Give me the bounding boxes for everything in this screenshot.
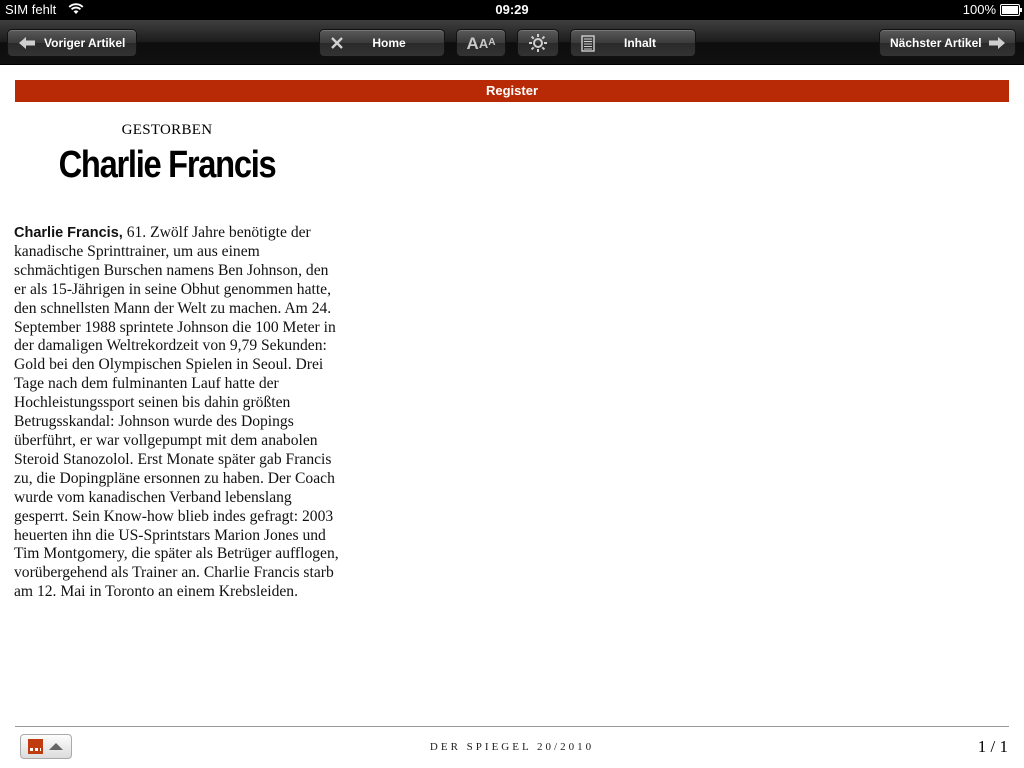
arrow-left-icon — [18, 36, 36, 50]
table-of-contents-icon — [581, 34, 595, 52]
arrow-right-icon — [988, 36, 1006, 50]
font-size-button[interactable]: AAA — [456, 29, 506, 57]
table-of-contents-label: Inhalt — [624, 36, 656, 50]
page-number: 1 / 1 — [977, 737, 1008, 756]
next-article-button[interactable]: Nächster Artikel — [879, 29, 1016, 57]
article-kicker: GESTORBEN — [121, 122, 213, 138]
previous-article-button[interactable]: Voriger Artikel — [7, 29, 137, 57]
article-lead: Charlie Francis, — [14, 225, 123, 241]
clock: 09:29 — [495, 2, 529, 17]
table-of-contents-button[interactable]: Inhalt — [570, 29, 696, 57]
article-headline: Charlie Francis — [58, 144, 277, 186]
article-text: 61. Zwölf Jahre benötigte der kanadische… — [14, 224, 339, 601]
reader-toolbar: Voriger Artikel Home AAA Inhalt Nächster… — [0, 20, 1024, 65]
magazine-issue: DER SPIEGEL 20/2010 — [429, 741, 595, 753]
next-article-label: Nächster Artikel — [890, 36, 982, 50]
close-icon — [330, 36, 344, 50]
article-body: Charlie Francis, 61. Zwölf Jahre benötig… — [14, 224, 340, 602]
battery-icon — [1000, 4, 1022, 16]
home-label: Home — [372, 36, 406, 50]
battery-percentage: 100% — [962, 2, 996, 17]
footer-divider — [15, 726, 1009, 727]
font-size-icon: AAA — [466, 33, 496, 53]
previous-article-label: Voriger Artikel — [44, 36, 126, 50]
home-button[interactable]: Home — [319, 29, 445, 57]
brightness-button[interactable] — [517, 29, 559, 57]
ressort-bar: Register — [15, 80, 1009, 102]
brightness-icon — [528, 33, 548, 53]
status-bar: SIM fehlt 09:29 100% — [0, 0, 1024, 20]
